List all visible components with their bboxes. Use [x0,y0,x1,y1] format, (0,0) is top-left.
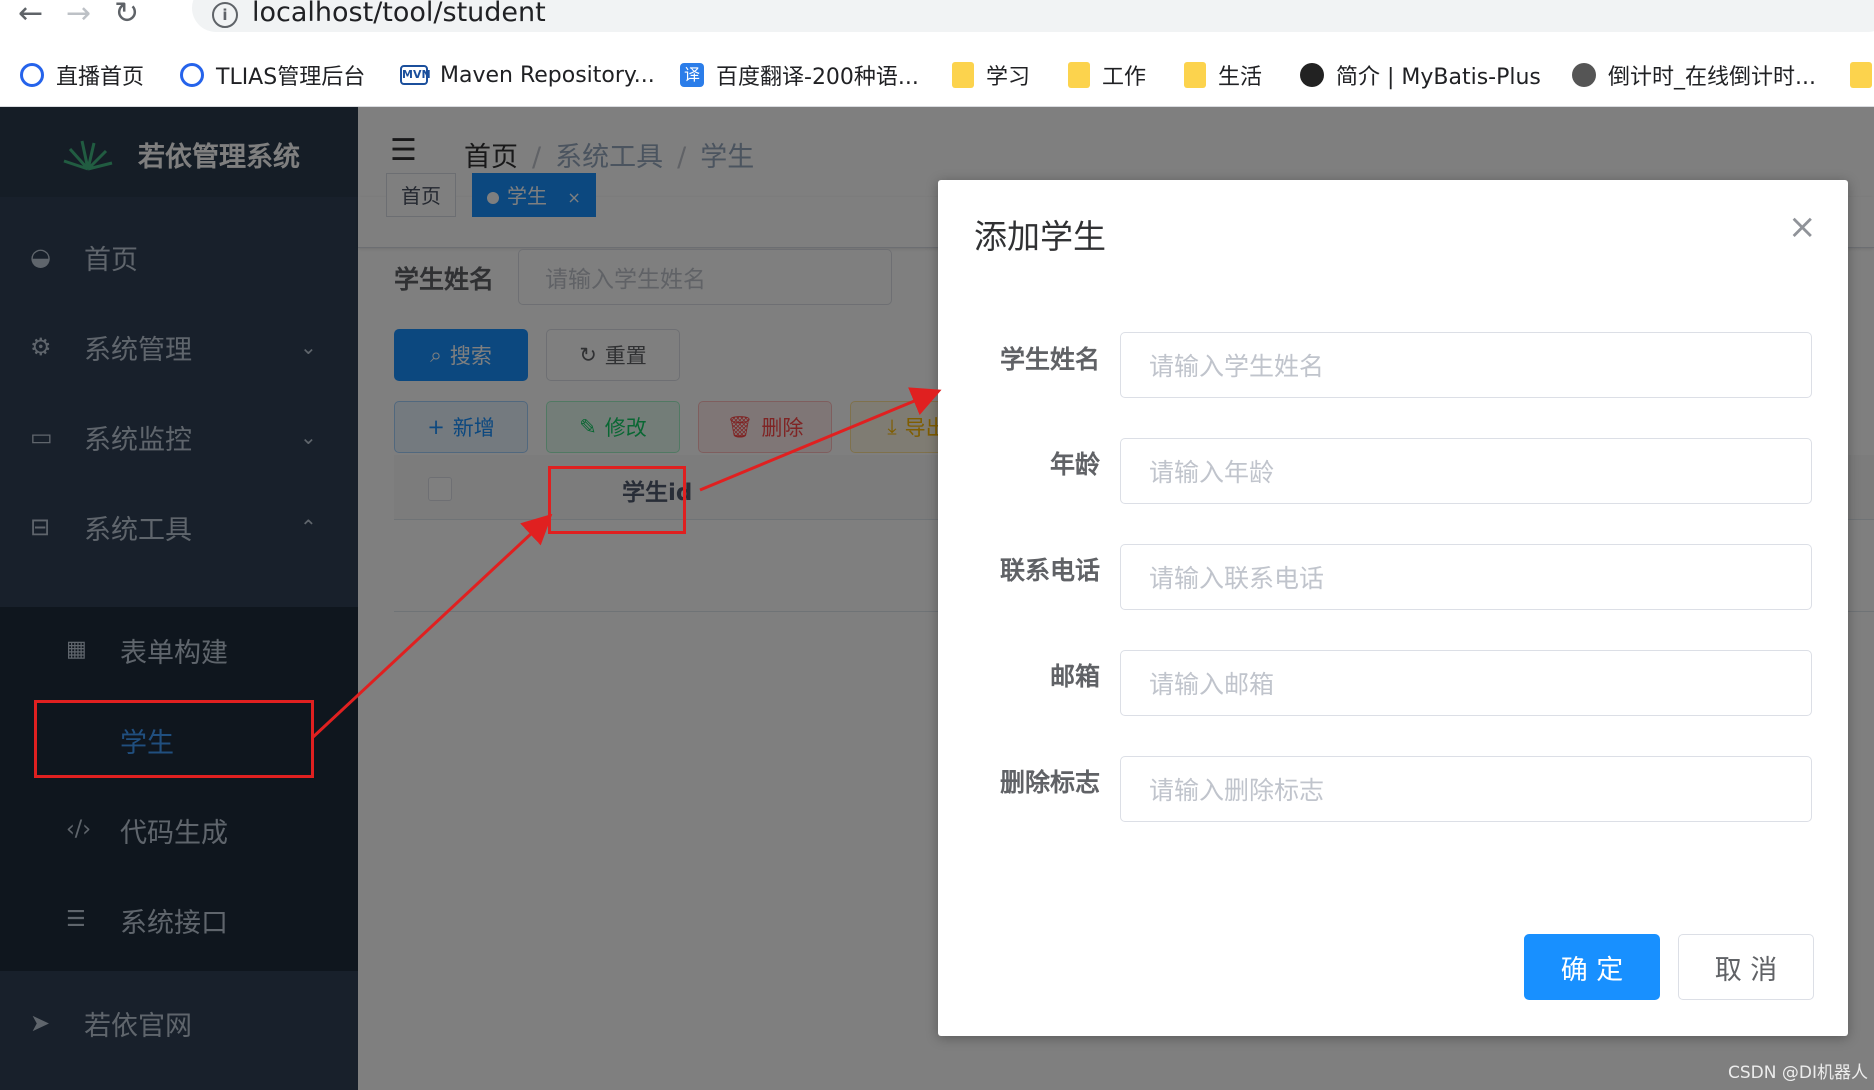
watermark: CSDN @DI机器人 [1728,1063,1868,1083]
bookmark-label: 生活 [1218,65,1263,90]
student-name-input[interactable]: 请输入学生姓名 [1120,332,1812,398]
bookmark-item[interactable]: MVN Maven Repository... [400,58,655,92]
bilibili-icon [20,63,44,87]
folder-icon [1184,62,1206,88]
bookmark-item[interactable]: 工作 [1068,58,1146,92]
bookmark-item[interactable]: 生活 [1184,58,1262,92]
field-label-phone: 联系电话 [999,556,1100,585]
dialog-title: 添加学生 [974,217,1106,256]
bookmark-item[interactable]: 直播首页 [20,58,144,92]
globe-icon [1572,63,1596,87]
folder-icon [1850,62,1872,88]
bookmark-item[interactable]: 倒计时_在线倒计时... [1572,58,1816,92]
folder-icon [1068,62,1090,88]
bookmark-label: TLIAS管理后台 [216,65,366,90]
annotation-box-edit [548,466,686,534]
del-flag-input[interactable]: 请输入删除标志 [1120,756,1812,822]
bookmark-overflow[interactable] [1850,58,1874,92]
reload-icon[interactable]: ↻ [114,0,139,31]
bookmark-item[interactable]: TLIAS管理后台 [180,58,365,92]
bookmark-label: 百度翻译-200种语... [716,65,919,90]
close-icon[interactable]: × [1788,210,1817,244]
add-student-dialog: 添加学生 × 学生姓名 请输入学生姓名 年龄 请输入年龄 联系电话 请输入联系电… [938,180,1848,1036]
bookmark-label: 直播首页 [56,65,145,90]
age-input[interactable]: 请输入年龄 [1120,438,1812,504]
bilibili-icon [180,63,204,87]
folder-icon [952,62,974,88]
bookmark-label: 工作 [1102,65,1147,90]
url-text[interactable]: localhost/tool/student [252,0,546,28]
mybatis-icon [1300,63,1324,87]
browser-toolbar: ← → ↻ i localhost/tool/student [0,0,1874,32]
bookmark-item[interactable]: 学习 [952,58,1030,92]
annotation-box-student [34,700,314,778]
bookmark-label: 学习 [986,65,1031,90]
email-input[interactable]: 请输入邮箱 [1120,650,1812,716]
bookmark-label: 倒计时_在线倒计时... [1608,65,1816,90]
bookmark-item[interactable]: 简介 | MyBatis-Plus [1300,58,1541,92]
field-label-email: 邮箱 [1049,662,1100,691]
bookmark-item[interactable]: 译 百度翻译-200种语... [680,58,919,92]
bookmark-label: Maven Repository... [440,62,655,88]
bookmark-label: 简介 | MyBatis-Plus [1336,65,1541,90]
field-label-name: 学生姓名 [999,345,1100,374]
field-label-del-flag: 删除标志 [999,768,1100,797]
back-icon[interactable]: ← [18,0,43,31]
confirm-button[interactable]: 确 定 [1524,934,1660,1000]
field-label-age: 年龄 [1049,450,1100,479]
cancel-button[interactable]: 取 消 [1678,934,1814,1000]
translate-icon: 译 [680,63,704,87]
info-icon[interactable]: i [212,2,238,28]
mvn-icon: MVN [400,65,431,85]
bookmarks-bar: 直播首页 TLIAS管理后台 MVN Maven Repository... 译… [0,50,1874,107]
phone-input[interactable]: 请输入联系电话 [1120,544,1812,610]
forward-icon[interactable]: → [66,0,91,31]
